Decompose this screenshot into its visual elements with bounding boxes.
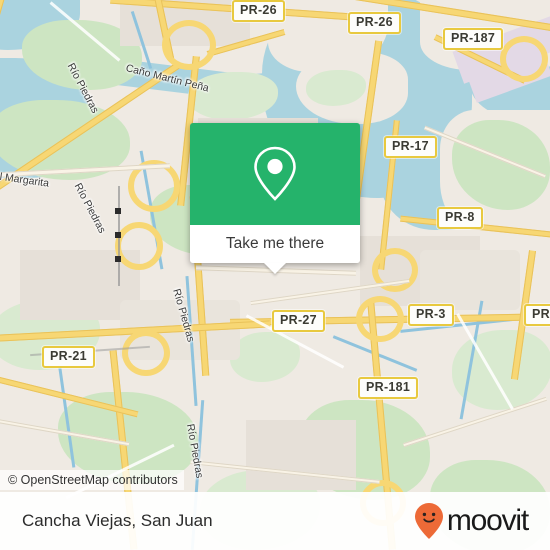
rail-station-dot-a — [115, 208, 121, 214]
interchange-loop-southwest — [122, 330, 170, 376]
location-pin-icon — [254, 146, 296, 201]
road-shield-pr8[interactable]: PR-8 — [437, 207, 483, 229]
road-shield-pr2-east[interactable]: PR-2 — [524, 304, 550, 326]
rail-station-dot-b — [115, 232, 121, 238]
interchange-loop-east — [500, 36, 548, 82]
road-shield-pr187[interactable]: PR-187 — [443, 28, 504, 50]
popup-pointer-tail — [264, 263, 286, 274]
take-me-there-label: Take me there — [225, 235, 325, 252]
urban-block-east — [420, 250, 520, 310]
interchange-loop-north — [162, 20, 216, 70]
road-shield-pr26-west[interactable]: PR-26 — [232, 0, 285, 22]
footer-bar: Cancha Viejas, San Juan moovit — [0, 492, 550, 550]
location-popup-card[interactable]: Take me there — [190, 123, 360, 274]
moovit-smiley-pin-icon — [414, 503, 443, 539]
rail-station-dot-c — [115, 256, 121, 262]
road-shield-pr3[interactable]: PR-3 — [408, 304, 454, 326]
map-attribution[interactable]: © OpenStreetMap contributors — [0, 470, 184, 490]
road-shield-pr21[interactable]: PR-21 — [42, 346, 95, 368]
moovit-logo[interactable]: moovit — [414, 502, 529, 540]
road-shield-pr26-east[interactable]: PR-26 — [348, 12, 401, 34]
map-screen: Caño Martín Peña Río Piedras Río Piedras… — [0, 0, 550, 550]
interchange-loop-pr3 — [356, 296, 404, 342]
map-canvas[interactable]: Caño Martín Peña Río Piedras Río Piedras… — [0, 0, 550, 550]
road-shield-pr27[interactable]: PR-27 — [272, 310, 325, 332]
popup-header — [190, 123, 360, 225]
interchange-loop-west — [115, 222, 163, 270]
road-shield-pr17[interactable]: PR-17 — [384, 136, 437, 158]
moovit-wordmark: moovit — [446, 504, 529, 537]
place-name-label: Cancha Viejas, San Juan — [22, 511, 213, 530]
road-shield-pr181[interactable]: PR-181 — [358, 377, 419, 399]
popup-footer[interactable]: Take me there — [190, 225, 360, 274]
